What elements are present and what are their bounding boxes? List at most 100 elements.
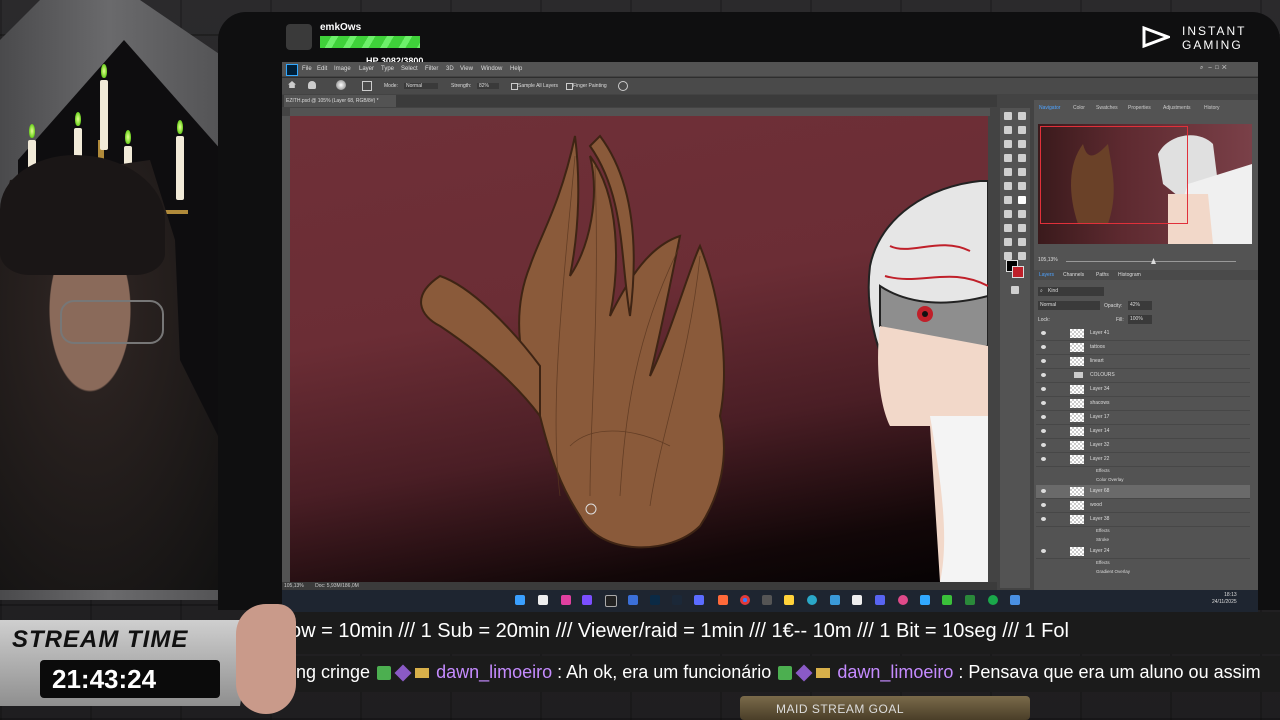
visibility-eye-icon[interactable] bbox=[1041, 401, 1046, 405]
finger-painting-checkbox[interactable] bbox=[566, 83, 573, 90]
pressure-icon[interactable] bbox=[618, 81, 628, 91]
layer-effect-row[interactable]: Gradient Overlay bbox=[1036, 568, 1250, 577]
history-brush-tool-icon[interactable] bbox=[1004, 182, 1012, 190]
app-icon[interactable] bbox=[830, 595, 840, 605]
tab-adjustments[interactable]: Adjustments bbox=[1163, 105, 1191, 111]
visibility-eye-icon[interactable] bbox=[1041, 489, 1046, 493]
pen-tool-icon[interactable] bbox=[1018, 210, 1026, 218]
clone-stamp-tool-icon[interactable] bbox=[1018, 168, 1026, 176]
visibility-eye-icon[interactable] bbox=[1041, 517, 1046, 521]
navigator-view-box[interactable] bbox=[1040, 126, 1188, 224]
dodge-tool-icon[interactable] bbox=[1004, 210, 1012, 218]
layer-effect-row[interactable]: Effects bbox=[1036, 527, 1250, 536]
windows-start-icon[interactable] bbox=[515, 595, 525, 605]
discord-icon[interactable] bbox=[875, 595, 885, 605]
layer-row[interactable]: tattoos bbox=[1036, 341, 1250, 355]
app-icon[interactable] bbox=[718, 595, 728, 605]
hand-tool-icon[interactable] bbox=[1018, 238, 1026, 246]
app-icon[interactable] bbox=[988, 595, 998, 605]
smudge-tool-icon[interactable] bbox=[308, 81, 316, 89]
shape-tool-icon[interactable] bbox=[1004, 238, 1012, 246]
mode-select[interactable]: Normal bbox=[404, 83, 438, 89]
app-icon[interactable] bbox=[605, 595, 617, 607]
eyedropper-tool-icon[interactable] bbox=[1004, 154, 1012, 162]
navigator-zoom-slider[interactable] bbox=[1066, 261, 1236, 262]
menu-image[interactable]: Image bbox=[334, 66, 351, 72]
layer-row[interactable]: Layer 14 bbox=[1036, 425, 1250, 439]
background-color-swatch[interactable] bbox=[1012, 266, 1024, 278]
menu-filter[interactable]: Filter bbox=[425, 66, 438, 72]
quick-mask-icon[interactable] bbox=[1011, 286, 1019, 294]
healing-tool-icon[interactable] bbox=[1018, 154, 1026, 162]
photoshop-taskbar-icon[interactable] bbox=[650, 595, 660, 605]
tab-channels[interactable]: Channels bbox=[1063, 272, 1084, 278]
layer-filter-kind[interactable]: ⌕ Kind bbox=[1038, 287, 1104, 296]
layer-effect-row[interactable]: Color Overlay bbox=[1036, 476, 1250, 485]
brush-settings-icon[interactable] bbox=[362, 81, 372, 91]
layer-row[interactable]: Layer 34 bbox=[1036, 383, 1250, 397]
fill-input[interactable]: 100% bbox=[1128, 315, 1152, 324]
layer-effect-row[interactable]: Stroke bbox=[1036, 536, 1250, 545]
path-select-tool-icon[interactable] bbox=[1018, 224, 1026, 232]
app-icon[interactable] bbox=[582, 595, 592, 605]
gradient-tool-icon[interactable] bbox=[1004, 196, 1012, 204]
zoom-tool-icon[interactable] bbox=[1004, 252, 1012, 260]
edge-icon[interactable] bbox=[807, 595, 817, 605]
frame-tool-icon[interactable] bbox=[1018, 140, 1026, 148]
menu-edit[interactable]: Edit bbox=[317, 66, 327, 72]
visibility-eye-icon[interactable] bbox=[1041, 387, 1046, 391]
layer-effect-row[interactable]: Effects bbox=[1036, 559, 1250, 568]
layer-group-row[interactable]: COLOURS bbox=[1036, 369, 1250, 383]
app-icon[interactable] bbox=[628, 595, 638, 605]
layer-row[interactable]: Layer 32 bbox=[1036, 439, 1250, 453]
chrome-icon[interactable] bbox=[740, 595, 750, 605]
minimize-icon[interactable]: – bbox=[1208, 65, 1211, 71]
app-icon[interactable] bbox=[784, 595, 794, 605]
crop-tool-icon[interactable] bbox=[1004, 140, 1012, 148]
brush-tool-icon[interactable] bbox=[1004, 168, 1012, 176]
menu-help[interactable]: Help bbox=[510, 66, 522, 72]
menu-3d[interactable]: 3D bbox=[446, 66, 454, 72]
steam-icon[interactable] bbox=[672, 595, 682, 605]
layer-effect-row[interactable]: Effects bbox=[1036, 467, 1250, 476]
status-zoom[interactable]: 105,13% bbox=[284, 583, 304, 589]
menu-window[interactable]: Window bbox=[481, 66, 502, 72]
search-icon[interactable]: ⌕ bbox=[1200, 65, 1203, 71]
layer-row[interactable]: shacows bbox=[1036, 397, 1250, 411]
app-icon[interactable] bbox=[561, 595, 571, 605]
visibility-eye-icon[interactable] bbox=[1041, 373, 1046, 377]
visibility-eye-icon[interactable] bbox=[1041, 457, 1046, 461]
file-explorer-icon[interactable] bbox=[538, 595, 548, 605]
visibility-eye-icon[interactable] bbox=[1041, 359, 1046, 363]
layer-row[interactable]: Layer 41 bbox=[1036, 327, 1250, 341]
close-icon[interactable]: ✕ bbox=[1222, 65, 1227, 71]
tab-swatches[interactable]: Swatches bbox=[1096, 105, 1118, 111]
app-icon[interactable] bbox=[965, 595, 975, 605]
marquee-tool-icon[interactable] bbox=[1018, 112, 1026, 120]
layer-row[interactable]: Layer 22 bbox=[1036, 453, 1250, 467]
tab-navigator[interactable]: Navigator bbox=[1039, 105, 1060, 111]
eraser-tool-icon[interactable] bbox=[1018, 182, 1026, 190]
tab-paths[interactable]: Paths bbox=[1096, 272, 1109, 278]
strength-input[interactable]: 82% bbox=[477, 83, 499, 89]
blend-mode-select[interactable]: Normal bbox=[1038, 301, 1100, 310]
maximize-icon[interactable]: □ bbox=[1215, 65, 1219, 71]
layer-row[interactable]: Layer 17 bbox=[1036, 411, 1250, 425]
visibility-eye-icon[interactable] bbox=[1041, 443, 1046, 447]
visibility-eye-icon[interactable] bbox=[1041, 549, 1046, 553]
tab-histogram[interactable]: Histogram bbox=[1118, 272, 1141, 278]
layer-row[interactable]: Layer 38 bbox=[1036, 513, 1250, 527]
app-icon[interactable] bbox=[898, 595, 908, 605]
app-icon[interactable] bbox=[762, 595, 772, 605]
app-icon[interactable] bbox=[694, 595, 704, 605]
document-tab[interactable]: EZITH.psd @ 105% (Layer 68, RGB/8#) * bbox=[284, 95, 396, 107]
tab-color[interactable]: Color bbox=[1073, 105, 1085, 111]
layer-row[interactable]: Layer 68 bbox=[1036, 485, 1250, 499]
menu-layer[interactable]: Layer bbox=[359, 66, 374, 72]
tab-history[interactable]: History bbox=[1204, 105, 1220, 111]
tab-properties[interactable]: Properties bbox=[1128, 105, 1151, 111]
quick-select-tool-icon[interactable] bbox=[1018, 126, 1026, 134]
visibility-eye-icon[interactable] bbox=[1041, 331, 1046, 335]
menu-select[interactable]: Select bbox=[401, 66, 418, 72]
app-icon[interactable] bbox=[1010, 595, 1020, 605]
